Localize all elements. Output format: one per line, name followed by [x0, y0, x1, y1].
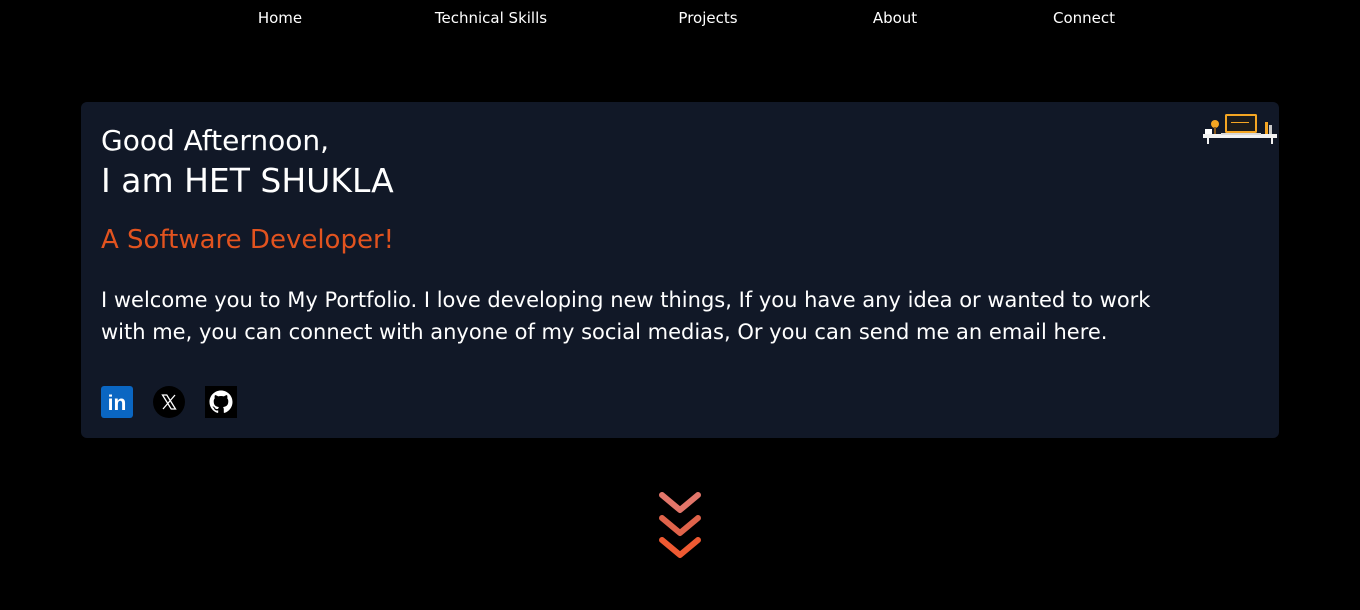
hero-card: Good Afternoon, I am HET SHUKLA A Softwa… [81, 102, 1279, 438]
github-icon [205, 386, 237, 418]
greeting-text: Good Afternoon, [101, 124, 330, 157]
linkedin-icon-text: in [108, 392, 127, 415]
linkedin-link[interactable]: in [101, 386, 133, 418]
scroll-down-chevrons-icon[interactable] [655, 488, 705, 562]
nav-technical-skills[interactable]: Technical Skills [435, 9, 547, 27]
nav-home[interactable]: Home [258, 9, 302, 27]
top-navigation: Home Technical Skills Projects About Con… [0, 0, 1360, 38]
x-twitter-icon [153, 386, 185, 418]
name-heading: I am HET SHUKLA [101, 161, 394, 200]
role-subtitle: A Software Developer! [101, 225, 395, 255]
intro-paragraph: I welcome you to My Portfolio. I love de… [101, 288, 1151, 344]
desk-illustration-icon [1203, 114, 1277, 144]
github-link[interactable] [205, 386, 237, 418]
linkedin-icon: in [101, 386, 133, 418]
nav-connect[interactable]: Connect [1053, 9, 1115, 27]
x-twitter-link[interactable] [153, 386, 185, 418]
nav-about[interactable]: About [873, 9, 917, 27]
nav-projects[interactable]: Projects [678, 9, 737, 27]
